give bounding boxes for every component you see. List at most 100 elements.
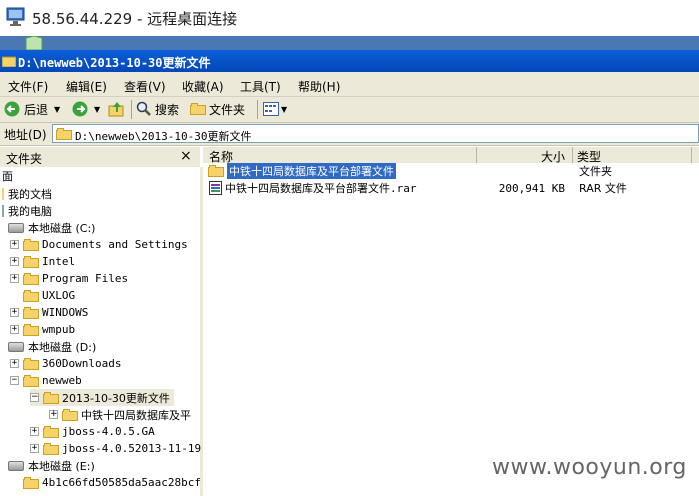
column-divider[interactable]	[476, 147, 477, 163]
tree-item-label: Documents and Settings	[42, 238, 188, 251]
back-dropdown-icon[interactable]: ▼	[54, 105, 60, 114]
tree-item-folder[interactable]: 4b1c66fd50585da5aac28bcf	[23, 474, 201, 491]
tree-item-desktop[interactable]: 面	[2, 167, 13, 184]
views-button[interactable]: ▼	[263, 100, 287, 118]
tree-item-label: WINDOWS	[42, 306, 89, 319]
menu-help[interactable]: 帮助(H)	[298, 78, 340, 95]
expand-icon[interactable]: +	[10, 240, 19, 249]
tree-item-label: jboss-4.0.5.GA	[62, 425, 155, 438]
close-icon[interactable]: ×	[180, 148, 192, 164]
rar-file-icon	[209, 181, 222, 195]
tree-item-label: 360Downloads	[42, 357, 122, 370]
folder-icon	[23, 238, 39, 251]
menu-file[interactable]: 文件(F)	[8, 78, 48, 95]
file-row[interactable]: 中铁十四局数据库及平台部署文件 文件夹	[207, 163, 677, 179]
tree-item-selected-folder[interactable]: − 2013-10-30更新文件	[30, 389, 174, 406]
menu-bar: 文件(F) 编辑(E) 查看(V) 收藏(A) 工具(T) 帮助(H)	[0, 72, 699, 97]
tree-item-label: 本地磁盘 (E:)	[28, 459, 95, 473]
computer-icon	[2, 204, 4, 217]
address-input[interactable]: D:\newweb\2013-10-30更新文件	[52, 124, 699, 143]
tree-item-drive-e[interactable]: 本地磁盘 (E:)	[8, 457, 95, 474]
tree-item-label: newweb	[42, 374, 82, 387]
tree-item-drive-c[interactable]: 本地磁盘 (C:)	[8, 219, 95, 236]
tree-item-folder[interactable]: + jboss-4.0.52013-11-19	[30, 440, 201, 457]
file-type: RAR 文件	[579, 182, 627, 195]
back-button[interactable]: 后退 ▼	[4, 100, 60, 118]
file-name: 中铁十四局数据库及平台部署文件.rar	[225, 182, 417, 195]
menu-edit[interactable]: 编辑(E)	[66, 78, 107, 95]
tree-item-label: Intel	[42, 255, 76, 268]
column-divider[interactable]	[572, 147, 573, 163]
folders-label: 文件夹	[209, 102, 246, 117]
tree-item-label: 中铁十四局数据库及平	[81, 408, 191, 422]
folder-icon	[190, 103, 206, 115]
tree-item-label: Program Files	[42, 272, 129, 285]
tree-item-folder[interactable]: + Program Files	[10, 270, 128, 287]
file-row[interactable]: 中铁十四局数据库及平台部署文件.rar 200,941 KB RAR 文件	[207, 180, 677, 196]
search-icon	[136, 101, 151, 116]
menu-favorites[interactable]: 收藏(A)	[182, 78, 224, 95]
tree-item-label: 2013-10-30更新文件	[62, 391, 170, 405]
address-bar: 地址(D) D:\newweb\2013-10-30更新文件	[0, 123, 699, 146]
folder-icon	[23, 255, 39, 268]
tree-item-folder[interactable]: UXLOG	[23, 287, 75, 304]
tree-item-folder[interactable]: − newweb	[10, 372, 82, 389]
toolbar-separator	[131, 100, 132, 119]
tree-item-my-documents[interactable]: 我的文档	[2, 185, 52, 202]
expand-icon[interactable]: +	[10, 325, 19, 334]
expand-icon[interactable]: +	[10, 257, 19, 266]
toolbar-separator	[257, 100, 258, 119]
folder-tree: 面 我的文档 我的电脑 本地磁盘 (C:) + Documents and Set…	[0, 167, 203, 496]
folder-icon	[43, 425, 59, 438]
file-type: 文件夹	[579, 165, 612, 178]
tree-item-my-computer[interactable]: 我的电脑	[2, 202, 52, 219]
tree-item-folder[interactable]: +360Downloads	[10, 355, 121, 372]
expand-icon[interactable]: +	[30, 444, 39, 453]
tree-item-label: jboss-4.0.52013-11-19	[62, 442, 202, 455]
tree-item-folder[interactable]: + wmpub	[10, 321, 75, 338]
tree-item-folder[interactable]: + 中铁十四局数据库及平	[49, 406, 191, 423]
file-size: 200,941 KB	[498, 181, 565, 195]
folders-button[interactable]: 文件夹	[190, 100, 245, 118]
tree-item-label: 本地磁盘 (C:)	[28, 221, 96, 235]
search-button[interactable]: 搜索	[136, 100, 179, 118]
forward-button[interactable]: ▼	[72, 100, 100, 118]
search-label: 搜索	[155, 102, 180, 117]
tree-item-drive-d[interactable]: 本地磁盘 (D:)	[8, 338, 96, 355]
tree-item-label: 本地磁盘 (D:)	[28, 340, 97, 354]
folder-icon	[23, 476, 39, 489]
address-value: D:\newweb\2013-10-30更新文件	[75, 130, 252, 143]
menu-view[interactable]: 查看(V)	[124, 78, 166, 95]
drive-icon	[8, 341, 24, 352]
file-name: 中铁十四局数据库及平台部署文件	[227, 163, 396, 179]
file-list: 中铁十四局数据库及平台部署文件 文件夹 中铁十四局数据库及平台部署文件.rar …	[203, 163, 699, 496]
rdp-connection-bar	[0, 36, 699, 50]
explorer-titlebar: D:\newweb\2013-10-30更新文件	[0, 50, 699, 72]
folder-icon	[208, 165, 224, 177]
expand-icon[interactable]: +	[30, 427, 39, 436]
forward-dropdown-icon[interactable]: ▼	[94, 105, 100, 114]
tree-item-folder[interactable]: + Documents and Settings	[10, 236, 188, 253]
folder-icon	[23, 357, 39, 370]
forward-arrow-icon	[72, 101, 88, 117]
folder-icon	[43, 442, 59, 455]
expand-icon[interactable]: +	[49, 410, 58, 419]
folder-icon	[23, 289, 39, 302]
tree-item-label: wmpub	[42, 323, 76, 336]
folders-pane-header: 文件夹 ×	[0, 147, 200, 168]
tree-item-folder[interactable]: + jboss-4.0.5.GA	[30, 423, 155, 440]
up-button[interactable]	[108, 100, 126, 118]
expand-icon[interactable]: +	[10, 308, 19, 317]
expand-icon[interactable]: +	[10, 359, 19, 368]
menu-tools[interactable]: 工具(T)	[240, 78, 281, 95]
views-grid-icon	[263, 102, 279, 116]
tree-item-folder[interactable]: + WINDOWS	[10, 304, 88, 321]
tree-item-folder[interactable]: + Intel	[10, 253, 75, 270]
collapse-icon[interactable]: −	[30, 393, 39, 402]
column-divider[interactable]	[691, 147, 692, 163]
file-list-header: 名称 大小 类型	[203, 147, 699, 164]
address-label: 地址(D)	[4, 128, 47, 142]
window-title: D:\newweb\2013-10-30更新文件	[18, 56, 211, 70]
expand-icon[interactable]: +	[10, 274, 19, 283]
collapse-icon[interactable]: −	[10, 376, 19, 385]
